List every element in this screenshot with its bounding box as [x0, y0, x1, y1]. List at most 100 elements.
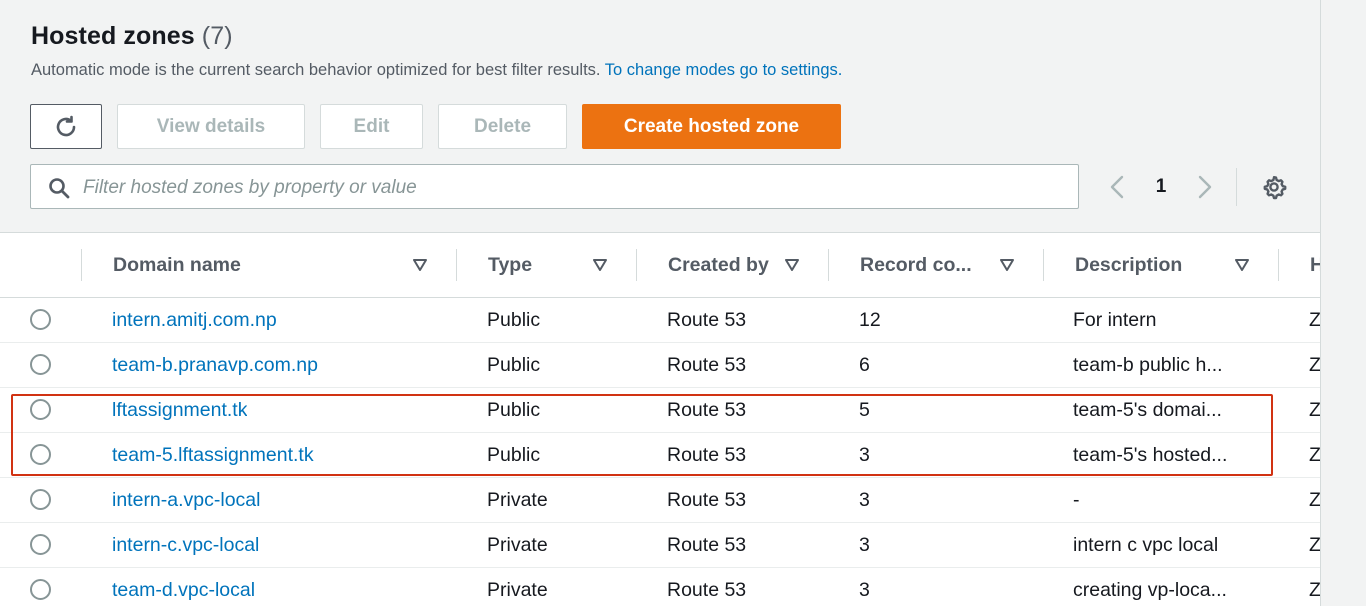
- description-cell: For intern: [1073, 308, 1157, 331]
- zone-count: (7): [201, 22, 233, 50]
- view-details-button[interactable]: View details: [117, 104, 305, 149]
- column-separator: [636, 249, 637, 281]
- record-count-cell: 3: [859, 443, 870, 466]
- column-separator: [81, 249, 82, 281]
- search-mode-text: Automatic mode is the current search beh…: [31, 61, 601, 79]
- hosted-zone-id-cell: Z: [1309, 308, 1320, 331]
- row-select-radio[interactable]: [30, 399, 51, 420]
- chevron-right-icon: [1198, 175, 1212, 199]
- page-title-text: Hosted zones: [31, 22, 195, 50]
- table-body: intern.amitj.com.np Public Route 53 12 F…: [0, 298, 1320, 606]
- type-cell: Public: [487, 398, 541, 421]
- description-cell: team-b public h...: [1073, 353, 1223, 376]
- record-count-cell: 5: [859, 398, 870, 421]
- column-header-created-by[interactable]: Created by: [668, 233, 769, 297]
- table-row[interactable]: intern.amitj.com.np Public Route 53 12 F…: [0, 298, 1320, 343]
- created-by-cell: Route 53: [667, 488, 747, 511]
- right-scroll-gutter: [1320, 0, 1366, 606]
- hosted-zone-id-cell: Z: [1309, 578, 1320, 601]
- change-modes-link[interactable]: To change modes go to settings.: [605, 61, 843, 79]
- sort-caret-icon[interactable]: [413, 259, 427, 271]
- table-row[interactable]: team-d.vpc-local Private Route 53 3 crea…: [0, 568, 1320, 606]
- row-select-radio[interactable]: [30, 309, 51, 330]
- hosted-zones-table: Domain name Type Created by Record co...…: [0, 232, 1320, 606]
- domain-name-link[interactable]: intern-c.vpc-local: [112, 523, 259, 567]
- table-row[interactable]: team-5.lftassignment.tk Public Route 53 …: [0, 433, 1320, 478]
- domain-name-link[interactable]: team-5.lftassignment.tk: [112, 433, 314, 477]
- row-select-radio[interactable]: [30, 489, 51, 510]
- sort-caret-icon[interactable]: [593, 259, 607, 271]
- refresh-icon: [56, 115, 76, 136]
- page-title: Hosted zones (7): [31, 22, 233, 51]
- created-by-cell: Route 53: [667, 398, 747, 421]
- hosted-zones-page: Hosted zones (7) Automatic mode is the c…: [0, 0, 1320, 606]
- domain-name-link[interactable]: team-d.vpc-local: [112, 568, 255, 606]
- column-header-description[interactable]: Description: [1075, 233, 1182, 297]
- page-number-1[interactable]: 1: [1148, 172, 1174, 202]
- domain-name-link[interactable]: intern.amitj.com.np: [112, 298, 277, 342]
- created-by-cell: Route 53: [667, 353, 747, 376]
- column-separator: [456, 249, 457, 281]
- record-count-cell: 6: [859, 353, 870, 376]
- filter-search-box[interactable]: Filter hosted zones by property or value: [30, 164, 1079, 209]
- record-count-cell: 12: [859, 308, 881, 331]
- hosted-zone-id-cell: Z: [1309, 488, 1320, 511]
- row-select-radio[interactable]: [30, 444, 51, 465]
- description-cell: intern c vpc local: [1073, 533, 1219, 556]
- edit-button[interactable]: Edit: [320, 104, 423, 149]
- column-separator: [1278, 249, 1279, 281]
- table-row[interactable]: lftassignment.tk Public Route 53 5 team-…: [0, 388, 1320, 433]
- column-separator: [1043, 249, 1044, 281]
- delete-button[interactable]: Delete: [438, 104, 567, 149]
- column-header-hosted-zone-id[interactable]: H: [1310, 233, 1320, 297]
- type-cell: Private: [487, 578, 548, 601]
- hosted-zones-header: Hosted zones (7) Automatic mode is the c…: [0, 0, 1320, 232]
- search-mode-description: Automatic mode is the current search beh…: [31, 61, 842, 80]
- search-placeholder[interactable]: Filter hosted zones by property or value: [83, 177, 417, 199]
- description-cell: team-5's domai...: [1073, 398, 1222, 421]
- hosted-zone-id-cell: Z: [1309, 533, 1320, 556]
- row-select-radio[interactable]: [30, 579, 51, 600]
- description-cell: creating vp-loca...: [1073, 578, 1227, 601]
- sort-caret-icon[interactable]: [785, 259, 799, 271]
- chevron-left-icon: [1110, 175, 1124, 199]
- type-cell: Public: [487, 353, 541, 376]
- table-header: Domain name Type Created by Record co...…: [0, 232, 1320, 298]
- pager-divider: [1236, 168, 1237, 206]
- created-by-cell: Route 53: [667, 443, 747, 466]
- previous-page-button[interactable]: [1104, 172, 1130, 202]
- type-cell: Private: [487, 488, 548, 511]
- domain-name-link[interactable]: lftassignment.tk: [112, 388, 247, 432]
- domain-name-link[interactable]: team-b.pranavp.com.np: [112, 343, 318, 387]
- column-separator: [828, 249, 829, 281]
- hosted-zone-id-cell: Z: [1309, 443, 1320, 466]
- type-cell: Public: [487, 443, 541, 466]
- next-page-button[interactable]: [1192, 172, 1218, 202]
- table-row[interactable]: team-b.pranavp.com.np Public Route 53 6 …: [0, 343, 1320, 388]
- row-select-radio[interactable]: [30, 534, 51, 555]
- description-cell: team-5's hosted...: [1073, 443, 1228, 466]
- create-hosted-zone-button[interactable]: Create hosted zone: [582, 104, 841, 149]
- created-by-cell: Route 53: [667, 578, 747, 601]
- record-count-cell: 3: [859, 488, 870, 511]
- column-header-record-count[interactable]: Record co...: [860, 233, 972, 297]
- column-header-domain-name[interactable]: Domain name: [113, 233, 241, 297]
- domain-name-link[interactable]: intern-a.vpc-local: [112, 478, 260, 522]
- row-select-radio[interactable]: [30, 354, 51, 375]
- description-cell: -: [1073, 488, 1080, 511]
- created-by-cell: Route 53: [667, 308, 747, 331]
- column-header-type[interactable]: Type: [488, 233, 532, 297]
- search-icon: [49, 178, 70, 199]
- type-cell: Public: [487, 308, 541, 331]
- table-row[interactable]: intern-c.vpc-local Private Route 53 3 in…: [0, 523, 1320, 568]
- sort-caret-icon[interactable]: [1000, 259, 1014, 271]
- record-count-cell: 3: [859, 578, 870, 601]
- type-cell: Private: [487, 533, 548, 556]
- refresh-button[interactable]: [30, 104, 102, 149]
- record-count-cell: 3: [859, 533, 870, 556]
- settings-gear-icon[interactable]: [1261, 174, 1287, 200]
- sort-caret-icon[interactable]: [1235, 259, 1249, 271]
- hosted-zone-id-cell: Z: [1309, 353, 1320, 376]
- hosted-zone-id-cell: Z: [1309, 398, 1320, 421]
- table-row[interactable]: intern-a.vpc-local Private Route 53 3 - …: [0, 478, 1320, 523]
